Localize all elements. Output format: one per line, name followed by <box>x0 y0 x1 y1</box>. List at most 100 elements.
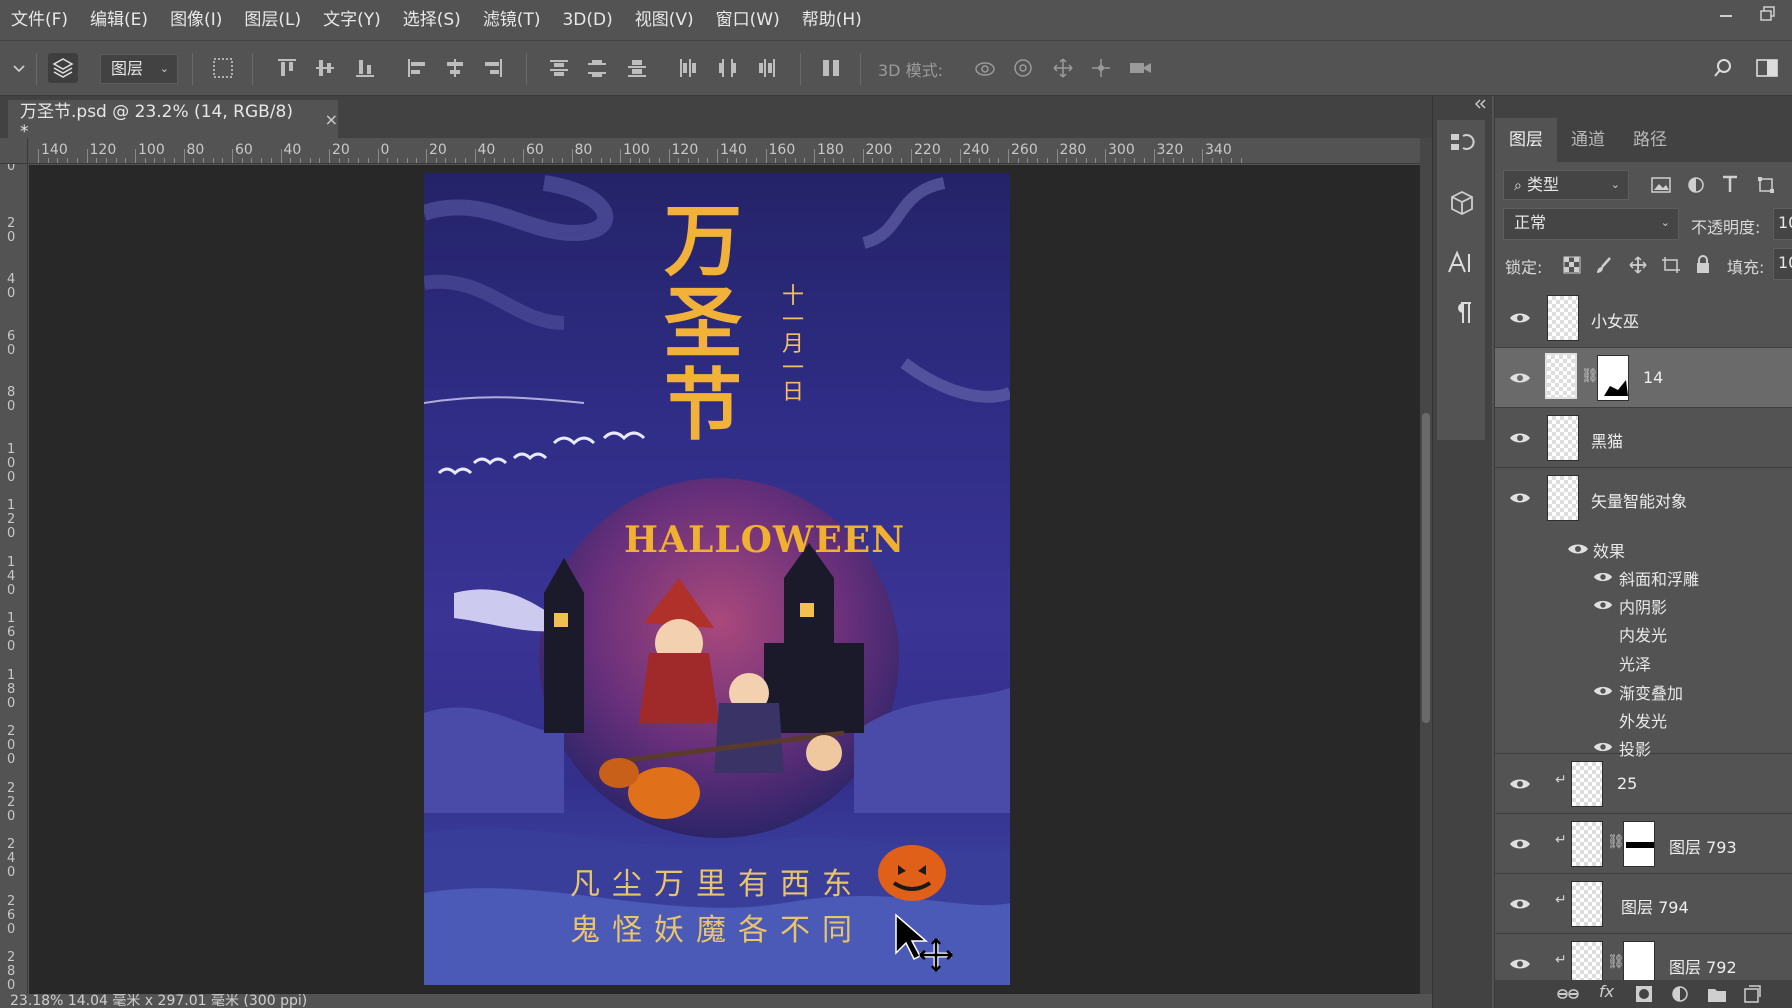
transform-controls-toggle[interactable] <box>208 53 238 83</box>
filter-shape-button[interactable] <box>1757 176 1775 198</box>
eye-icon[interactable] <box>1509 431 1531 445</box>
3d-scale-button[interactable] <box>1126 53 1156 83</box>
eye-icon[interactable] <box>1509 897 1531 911</box>
layer-row[interactable]: ↵ 25 <box>1495 754 1792 814</box>
fx-icon[interactable]: fx <box>1599 982 1614 1001</box>
eye-icon[interactable] <box>1593 740 1613 754</box>
history-panel-button[interactable] <box>1449 130 1475 160</box>
menu-file[interactable]: 文件(F) <box>0 0 79 40</box>
tab-paths[interactable]: 路径 <box>1619 118 1681 162</box>
search-button[interactable] <box>1708 53 1738 83</box>
menu-view[interactable]: 视图(V) <box>624 0 705 40</box>
canvas-area[interactable]: 万 圣 节 十 一 月 一 日 HALLOWEEN 凡尘万里有西东 鬼怪妖魔各不… <box>29 165 1420 995</box>
menu-edit[interactable]: 编辑(E) <box>79 0 159 40</box>
paragraph-panel-button[interactable] <box>1451 300 1473 330</box>
close-tab-button[interactable]: × <box>325 110 338 129</box>
3d-pan-button[interactable] <box>1048 53 1078 83</box>
distribute-top-button[interactable] <box>544 53 574 83</box>
adjustment-layer-icon[interactable] <box>1671 985 1689 1003</box>
auto-select-target-select[interactable]: 图层 ⌄ <box>100 54 178 84</box>
effect-item[interactable]: 光泽 <box>1619 651 1651 675</box>
lock-position-button[interactable] <box>1629 256 1647 278</box>
3d-panel-button[interactable] <box>1449 190 1475 220</box>
link-layers-icon[interactable] <box>1557 986 1579 1002</box>
eye-icon[interactable] <box>1593 684 1613 698</box>
lock-artboard-button[interactable] <box>1661 256 1681 278</box>
effects-label[interactable]: 效果 <box>1593 538 1625 562</box>
eye-icon[interactable] <box>1509 491 1531 505</box>
new-layer-icon[interactable] <box>1743 985 1761 1003</box>
layer-row[interactable]: ↵ ⛓ 图层 792 <box>1495 934 1792 980</box>
restore-button[interactable] <box>1754 6 1782 28</box>
tab-layers[interactable]: 图层 <box>1495 118 1557 162</box>
collapse-panels-button[interactable] <box>1473 98 1487 113</box>
menu-image[interactable]: 图像(I) <box>159 0 233 40</box>
3d-orbit-button[interactable] <box>970 53 1000 83</box>
layer-row[interactable]: ↵ 图层 794 <box>1495 874 1792 934</box>
distribute-hcenter-button[interactable] <box>712 53 742 83</box>
distribute-bottom-button[interactable] <box>622 53 652 83</box>
menu-help[interactable]: 帮助(H) <box>791 0 873 40</box>
menu-type[interactable]: 文字(Y) <box>312 0 392 40</box>
lock-transparent-button[interactable] <box>1563 256 1581 278</box>
menu-layer[interactable]: 图层(L) <box>233 0 312 40</box>
eye-icon[interactable] <box>1509 371 1531 385</box>
align-hcenter-button[interactable] <box>440 53 470 83</box>
opacity-input[interactable]: 10 <box>1773 208 1792 240</box>
distribute-vcenter-button[interactable] <box>582 53 612 83</box>
3d-roll-button[interactable] <box>1008 53 1038 83</box>
eye-icon[interactable] <box>1509 837 1531 851</box>
3d-slide-button[interactable] <box>1086 53 1116 83</box>
fill-input[interactable]: 10 <box>1773 248 1792 280</box>
menu-3d[interactable]: 3D(D) <box>551 0 623 40</box>
layer-row[interactable]: ↵ ⛓ 图层 793 <box>1495 814 1792 874</box>
layer-row-selected[interactable]: ⛓ 14 <box>1495 348 1792 408</box>
lock-pixels-button[interactable] <box>1595 256 1613 278</box>
blend-mode-select[interactable]: 正常 ⌄ <box>1503 208 1679 240</box>
scrollbar-thumb[interactable] <box>1422 413 1430 723</box>
document-tab[interactable]: 万圣节.psd @ 23.2% (14, RGB/8) * × <box>8 100 338 142</box>
effect-item[interactable]: 斜面和浮雕 <box>1619 566 1699 590</box>
distribute-left-button[interactable] <box>672 53 702 83</box>
menu-window[interactable]: 窗口(W) <box>705 0 791 40</box>
effect-item[interactable]: 内发光 <box>1619 622 1667 646</box>
effect-item[interactable]: 渐变叠加 <box>1619 680 1683 704</box>
distribute-right-button[interactable] <box>752 53 782 83</box>
eye-icon[interactable] <box>1567 542 1589 556</box>
ruler-origin[interactable] <box>0 138 28 164</box>
menu-filter[interactable]: 滤镜(T) <box>472 0 552 40</box>
minimize-button[interactable] <box>1712 6 1740 28</box>
artboard[interactable]: 万 圣 节 十 一 月 一 日 HALLOWEEN 凡尘万里有西东 鬼怪妖魔各不… <box>424 173 1010 985</box>
lock-all-button[interactable] <box>1695 254 1711 278</box>
workspace-button[interactable] <box>1752 53 1782 83</box>
filter-pixel-button[interactable] <box>1651 176 1671 198</box>
layer-row[interactable]: 黑猫 <box>1495 408 1792 468</box>
eye-icon[interactable] <box>1593 598 1613 612</box>
effect-item[interactable]: 内阴影 <box>1619 594 1667 618</box>
layer-row[interactable]: 小女巫 <box>1495 288 1792 348</box>
align-top-button[interactable] <box>272 53 302 83</box>
distribute-spacing-button[interactable] <box>816 53 846 83</box>
canvas-vertical-scrollbar[interactable] <box>1420 138 1432 994</box>
ruler-left[interactable]: 0 2 0 4 0 6 0 8 0 1 0 0 1 2 0 1 4 0 1 6 0 1 8 0 2 … <box>0 164 28 994</box>
menu-select[interactable]: 选择(S) <box>392 0 472 40</box>
eye-icon[interactable] <box>1593 570 1613 584</box>
add-mask-icon[interactable] <box>1635 985 1653 1003</box>
folder-icon[interactable] <box>1707 985 1727 1003</box>
filter-adjustment-button[interactable] <box>1687 176 1705 198</box>
layer-row[interactable]: 矢量智能对象 <box>1495 468 1792 528</box>
auto-select-toggle[interactable] <box>48 53 78 83</box>
layer-filter-kind-select[interactable]: ⌕ 类型 ⌄ <box>1503 170 1629 200</box>
character-panel-button[interactable] <box>1447 250 1475 282</box>
filter-type-button[interactable] <box>1721 174 1739 199</box>
align-bottom-button[interactable] <box>350 53 380 83</box>
ruler-top[interactable]: 140 120 100 80 60 40 20 0 20 40 60 80 100 120 140 160 18… <box>28 138 1420 164</box>
effect-item[interactable]: 外发光 <box>1619 708 1667 732</box>
tool-preset-dropdown[interactable] <box>4 53 34 83</box>
eye-icon[interactable] <box>1509 777 1531 791</box>
align-vcenter-button[interactable] <box>310 53 340 83</box>
align-left-button[interactable] <box>402 53 432 83</box>
eye-icon[interactable] <box>1509 957 1531 971</box>
align-right-button[interactable] <box>478 53 508 83</box>
eye-icon[interactable] <box>1509 311 1531 325</box>
